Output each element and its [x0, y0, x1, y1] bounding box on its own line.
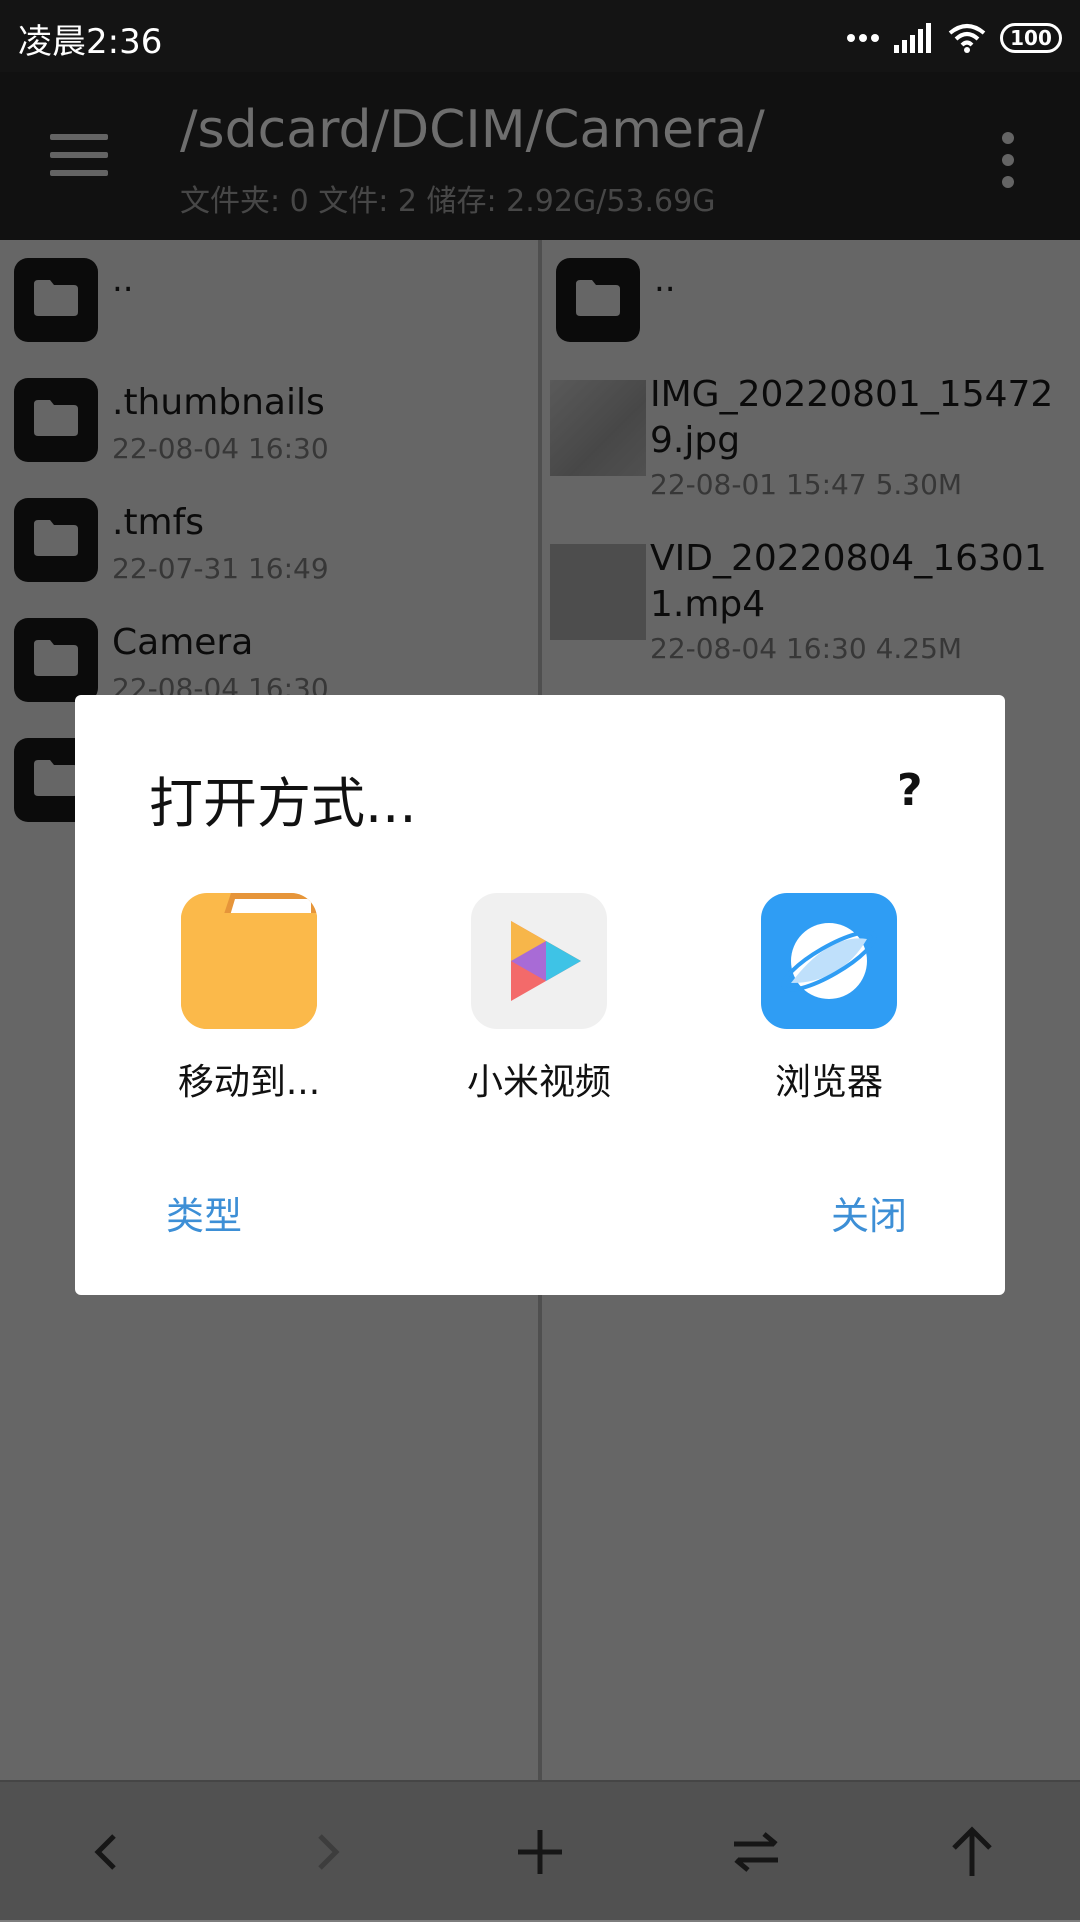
signal-icon — [894, 23, 931, 53]
status-time: 凌晨2:36 — [18, 22, 163, 62]
folder-app-icon — [181, 893, 317, 1029]
close-button[interactable]: 关闭 — [831, 1185, 907, 1240]
status-icons: 100 — [846, 18, 1062, 58]
app-label: 浏览器 — [774, 1062, 883, 1103]
status-bar: 凌晨2:36 100 — [0, 0, 1080, 72]
app-label: 移动到... — [177, 1062, 321, 1103]
app-browser[interactable]: 浏览器 — [729, 893, 929, 1113]
browser-icon — [761, 893, 897, 1029]
mi-video-icon — [471, 893, 607, 1029]
dialog-title: 打开方式... — [149, 772, 417, 835]
app-move-to[interactable]: 移动到... — [149, 893, 349, 1113]
type-button[interactable]: 类型 — [166, 1185, 242, 1240]
app-mi-video[interactable]: 小米视频 — [439, 893, 639, 1113]
wifi-icon — [948, 24, 986, 53]
app-label: 小米视频 — [466, 1062, 611, 1103]
help-button[interactable]: ? — [897, 765, 923, 816]
battery-indicator: 100 — [1000, 23, 1062, 53]
more-dots-icon — [847, 34, 879, 42]
open-with-dialog: 打开方式... ? 移动到... 小米视频 浏览器 类型 关闭 — [75, 695, 1005, 1295]
